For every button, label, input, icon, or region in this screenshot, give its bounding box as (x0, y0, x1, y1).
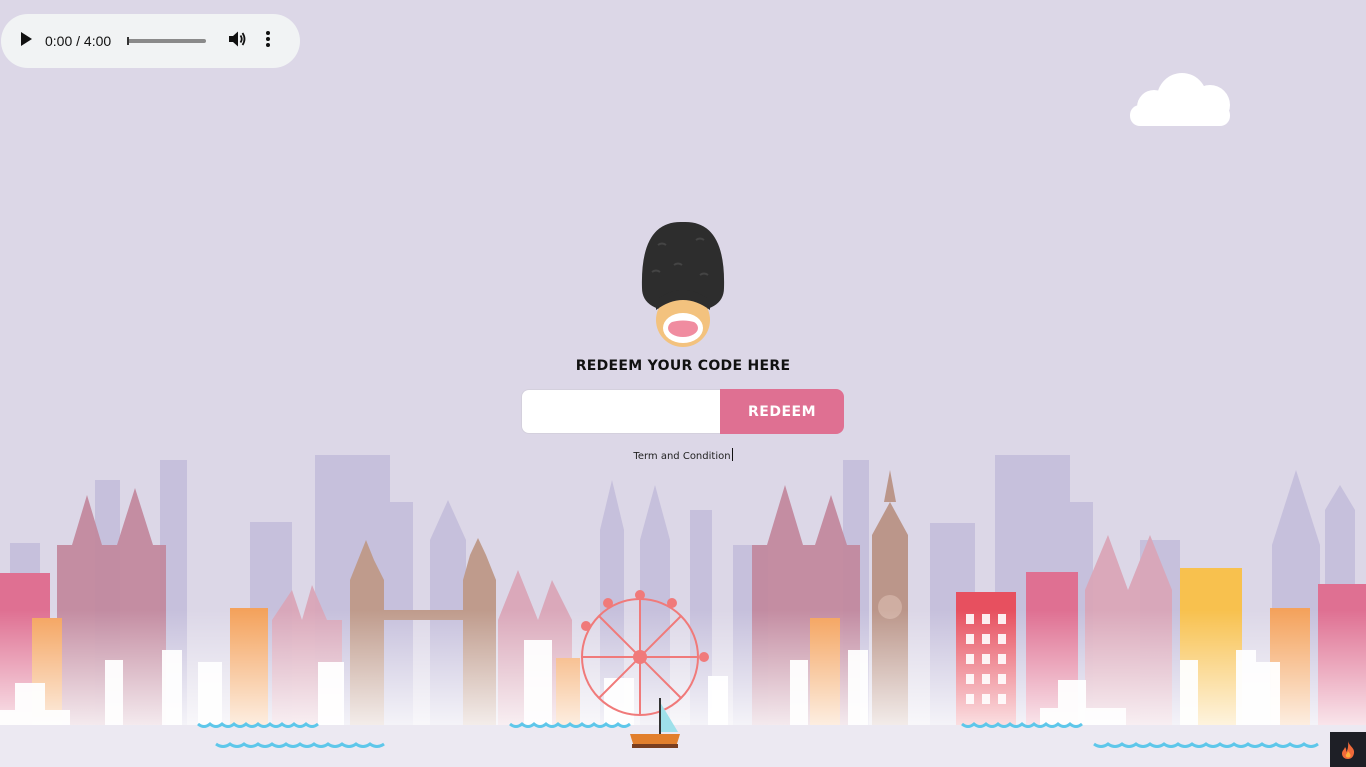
london-skyline-illustration (0, 455, 1366, 767)
terms-link-wrapper: Term and Condition (0, 448, 1366, 462)
redeem-title: REDEEM YOUR CODE HERE (575, 358, 791, 374)
audio-time-display: 0:00 / 4:00 (45, 33, 112, 49)
flame-icon (1342, 740, 1355, 759)
more-vertical-icon[interactable] (266, 31, 271, 51)
code-input[interactable] (521, 389, 720, 434)
play-icon[interactable] (19, 31, 33, 51)
terms-link[interactable]: Term and Condition (633, 451, 730, 462)
audio-player[interactable]: 0:00 / 4:00 (1, 14, 300, 68)
redeem-button[interactable]: REDEEM (720, 389, 844, 434)
text-caret (731, 448, 733, 461)
flame-badge[interactable] (1330, 732, 1366, 767)
redeem-form: REDEEM (521, 389, 844, 434)
queens-guard-mascot (641, 221, 725, 347)
volume-icon[interactable] (228, 30, 246, 52)
audio-seek-slider[interactable] (127, 37, 207, 45)
cloud-icon (1130, 73, 1230, 126)
